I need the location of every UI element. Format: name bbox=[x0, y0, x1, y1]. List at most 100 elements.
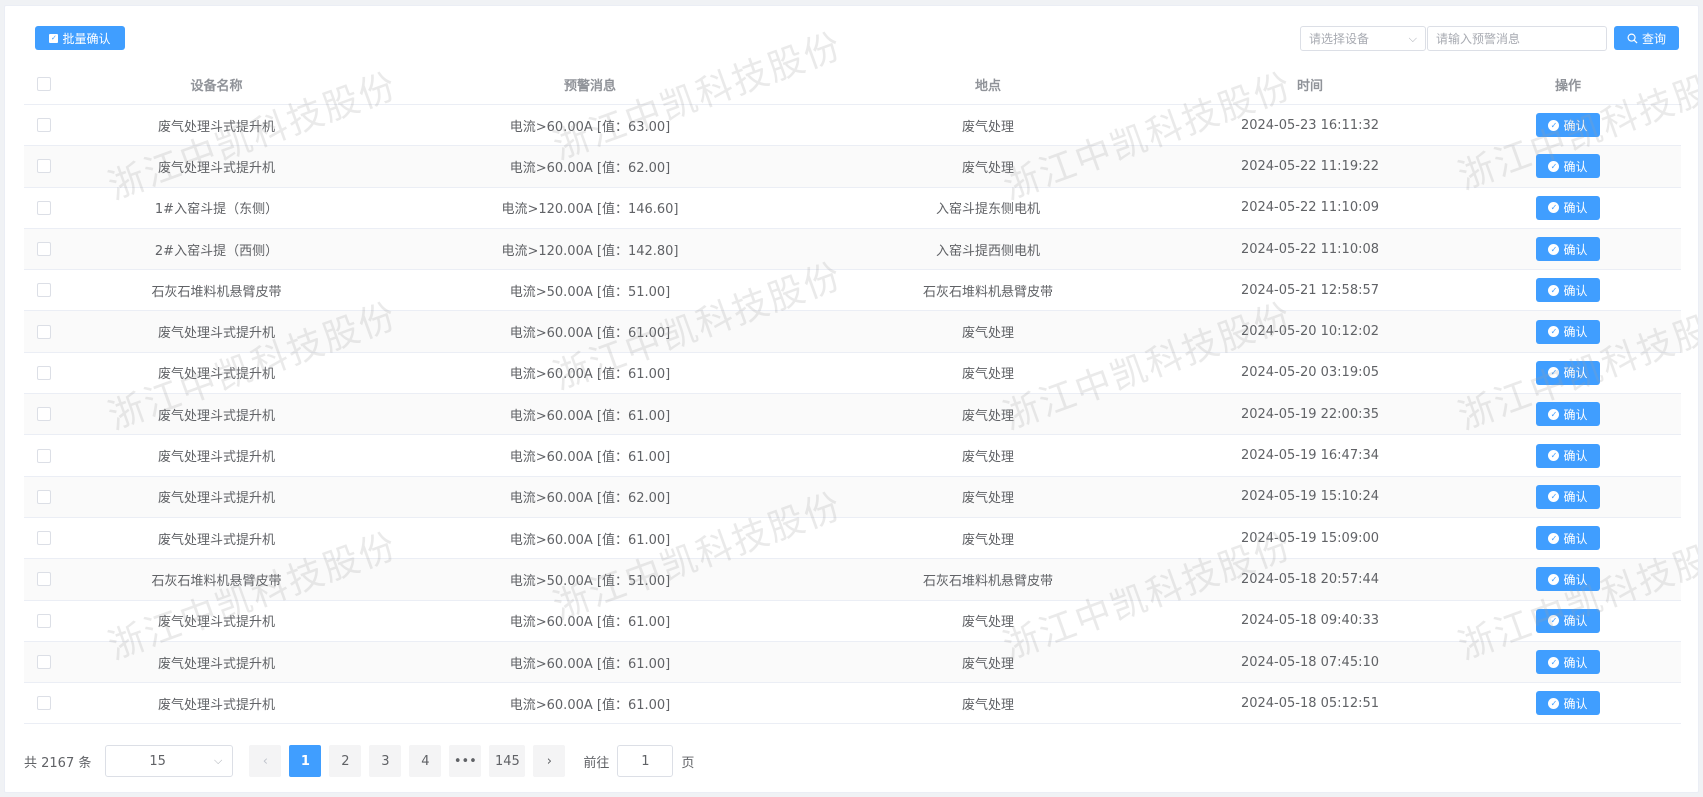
row-checkbox[interactable] bbox=[37, 572, 51, 587]
next-page-button[interactable]: › bbox=[533, 745, 566, 777]
cell-location: 废气处理 bbox=[961, 367, 1014, 383]
confirm-button[interactable]: ✓ 确认 bbox=[1536, 484, 1600, 509]
confirm-button[interactable]: ✓ 确认 bbox=[1536, 195, 1600, 220]
device-select[interactable]: 请选择设备 ⌵ bbox=[1300, 26, 1426, 51]
row-checkbox[interactable] bbox=[37, 159, 51, 174]
confirm-button[interactable]: ✓ 确认 bbox=[1536, 154, 1600, 179]
row-checkbox[interactable] bbox=[37, 324, 51, 339]
goto-page-input[interactable] bbox=[617, 745, 674, 777]
page-size-value: 15 bbox=[149, 753, 166, 769]
confirm-label: 确认 bbox=[1563, 449, 1588, 464]
header-device-name: 设备名称 bbox=[190, 78, 243, 94]
cell-warning-message: 电流>120.00A [值：146.60] bbox=[501, 202, 679, 218]
header-warning-message: 预警消息 bbox=[563, 78, 616, 94]
page-button[interactable]: 1 bbox=[289, 745, 322, 777]
confirm-button[interactable]: ✓ 确认 bbox=[1536, 650, 1600, 674]
confirm-label: 确认 bbox=[1563, 655, 1588, 670]
cell-warning-message: 电流>60.00A [值：61.00] bbox=[509, 450, 671, 466]
confirm-button[interactable]: ✓ 确认 bbox=[1536, 360, 1600, 385]
table-row: 2#入窑斗提（西侧） 电流>120.00A [值：142.80] 入窑斗提西侧电… bbox=[24, 228, 1681, 271]
cell-device-name: 废气处理斗式提升机 bbox=[157, 491, 275, 507]
confirm-label: 确认 bbox=[1563, 201, 1588, 216]
confirm-button[interactable]: ✓ 确认 bbox=[1536, 237, 1600, 262]
table-row: 废气处理斗式提升机 电流>60.00A [值：61.00] 废气处理 2024-… bbox=[24, 394, 1681, 436]
row-checkbox[interactable] bbox=[37, 531, 51, 546]
cell-time: 2024-05-18 07:45:10 bbox=[1240, 654, 1380, 670]
confirm-button[interactable]: ✓ 确认 bbox=[1536, 319, 1600, 344]
row-checkbox[interactable] bbox=[37, 655, 51, 669]
cell-location: 废气处理 bbox=[961, 160, 1014, 176]
alert-list-card: ✓ 批量确认 请选择设备 ⌵ 查询 设备名称 预警消息 地点 时间 操作 废气处… bbox=[4, 5, 1699, 793]
check-circle-icon: ✓ bbox=[1548, 119, 1560, 131]
confirm-label: 确认 bbox=[1563, 366, 1588, 381]
cell-time: 2024-05-18 20:57:44 bbox=[1240, 571, 1380, 587]
cell-device-name: 1#入窑斗提（东侧） bbox=[154, 202, 279, 218]
cell-device-name: 废气处理斗式提升机 bbox=[157, 160, 275, 176]
row-checkbox[interactable] bbox=[37, 407, 51, 422]
table-header-row: 设备名称 预警消息 地点 时间 操作 bbox=[24, 64, 1681, 105]
confirm-label: 确认 bbox=[1563, 572, 1588, 587]
row-checkbox[interactable] bbox=[37, 200, 51, 215]
cell-warning-message: 电流>60.00A [值：62.00] bbox=[509, 491, 671, 507]
row-checkbox[interactable] bbox=[37, 613, 51, 628]
row-checkbox[interactable] bbox=[37, 118, 51, 133]
confirm-button[interactable]: ✓ 确认 bbox=[1536, 608, 1600, 633]
select-all-checkbox[interactable] bbox=[37, 77, 51, 91]
check-circle-icon: ✓ bbox=[1548, 408, 1560, 420]
header-operation: 操作 bbox=[1554, 78, 1581, 94]
confirm-button[interactable]: ✓ 确认 bbox=[1536, 113, 1600, 138]
header-time: 时间 bbox=[1296, 78, 1323, 94]
cell-device-name: 废气处理斗式提升机 bbox=[157, 656, 275, 672]
cell-location: 废气处理 bbox=[961, 119, 1014, 135]
goto-label: 前往 bbox=[583, 755, 610, 771]
page-button[interactable]: 4 bbox=[409, 745, 442, 777]
cell-location: 废气处理 bbox=[961, 326, 1014, 342]
batch-confirm-label: 批量确认 bbox=[62, 31, 111, 46]
confirm-button[interactable]: ✓ 确认 bbox=[1536, 691, 1600, 716]
confirm-button[interactable]: ✓ 确认 bbox=[1536, 402, 1600, 427]
table-row: 石灰石堆料机悬臂皮带 电流>50.00A [值：51.00] 石灰石堆料机悬臂皮… bbox=[24, 270, 1681, 312]
cell-warning-message: 电流>120.00A [值：142.80] bbox=[501, 243, 679, 259]
warning-message-input[interactable] bbox=[1427, 26, 1607, 51]
row-checkbox[interactable] bbox=[37, 448, 51, 463]
cell-warning-message: 电流>60.00A [值：61.00] bbox=[509, 615, 671, 631]
cell-device-name: 废气处理斗式提升机 bbox=[157, 450, 275, 466]
table-row: 废气处理斗式提升机 电流>60.00A [值：61.00] 废气处理 2024-… bbox=[24, 518, 1681, 560]
page-button[interactable]: 2 bbox=[329, 745, 362, 777]
cell-time: 2024-05-23 16:11:32 bbox=[1240, 117, 1380, 133]
cell-location: 废气处理 bbox=[961, 408, 1014, 424]
page-button[interactable]: 3 bbox=[369, 745, 402, 777]
query-button[interactable]: 查询 bbox=[1614, 26, 1679, 50]
page-size-select[interactable]: 15 ⌵ bbox=[105, 745, 234, 777]
cell-warning-message: 电流>60.00A [值：61.00] bbox=[509, 326, 671, 342]
check-circle-icon: ✓ bbox=[1548, 367, 1560, 379]
table-row: 废气处理斗式提升机 电流>60.00A [值：61.00] 废气处理 2024-… bbox=[24, 641, 1681, 684]
batch-confirm-button[interactable]: ✓ 批量确认 bbox=[35, 26, 125, 50]
table-row: 废气处理斗式提升机 电流>60.00A [值：61.00] 废气处理 2024-… bbox=[24, 601, 1681, 642]
row-checkbox[interactable] bbox=[37, 242, 51, 257]
confirm-button[interactable]: ✓ 确认 bbox=[1536, 526, 1600, 551]
row-checkbox[interactable] bbox=[37, 365, 51, 380]
table-row: 废气处理斗式提升机 电流>60.00A [值：63.00] 废气处理 2024-… bbox=[24, 105, 1681, 147]
check-circle-icon: ✓ bbox=[1548, 326, 1560, 338]
cell-location: 废气处理 bbox=[961, 532, 1014, 548]
prev-page-button[interactable]: ‹ bbox=[249, 745, 282, 777]
confirm-label: 确认 bbox=[1563, 159, 1588, 174]
page-button[interactable]: 145 bbox=[489, 745, 526, 777]
confirm-button[interactable]: ✓ 确认 bbox=[1536, 278, 1600, 303]
table-row: 废气处理斗式提升机 电流>60.00A [值：61.00] 废气处理 2024-… bbox=[24, 311, 1681, 353]
confirm-label: 确认 bbox=[1563, 407, 1588, 422]
page-number-list: 1 2 3 4 ••• 145 bbox=[289, 745, 533, 777]
confirm-button[interactable]: ✓ 确认 bbox=[1536, 567, 1600, 592]
row-checkbox[interactable] bbox=[37, 489, 51, 504]
more-pages-button[interactable]: ••• bbox=[449, 745, 482, 777]
cell-time: 2024-05-19 16:47:34 bbox=[1240, 448, 1380, 464]
confirm-button[interactable]: ✓ 确认 bbox=[1536, 443, 1600, 468]
cell-warning-message: 电流>60.00A [值：61.00] bbox=[509, 697, 671, 713]
row-checkbox[interactable] bbox=[37, 283, 51, 298]
row-checkbox[interactable] bbox=[37, 696, 51, 711]
table-row: 废气处理斗式提升机 电流>60.00A [值：62.00] 废气处理 2024-… bbox=[24, 476, 1681, 518]
cell-time: 2024-05-21 12:58:57 bbox=[1240, 282, 1380, 298]
chevron-left-icon: ‹ bbox=[262, 753, 268, 769]
cell-warning-message: 电流>60.00A [值：61.00] bbox=[509, 408, 671, 424]
